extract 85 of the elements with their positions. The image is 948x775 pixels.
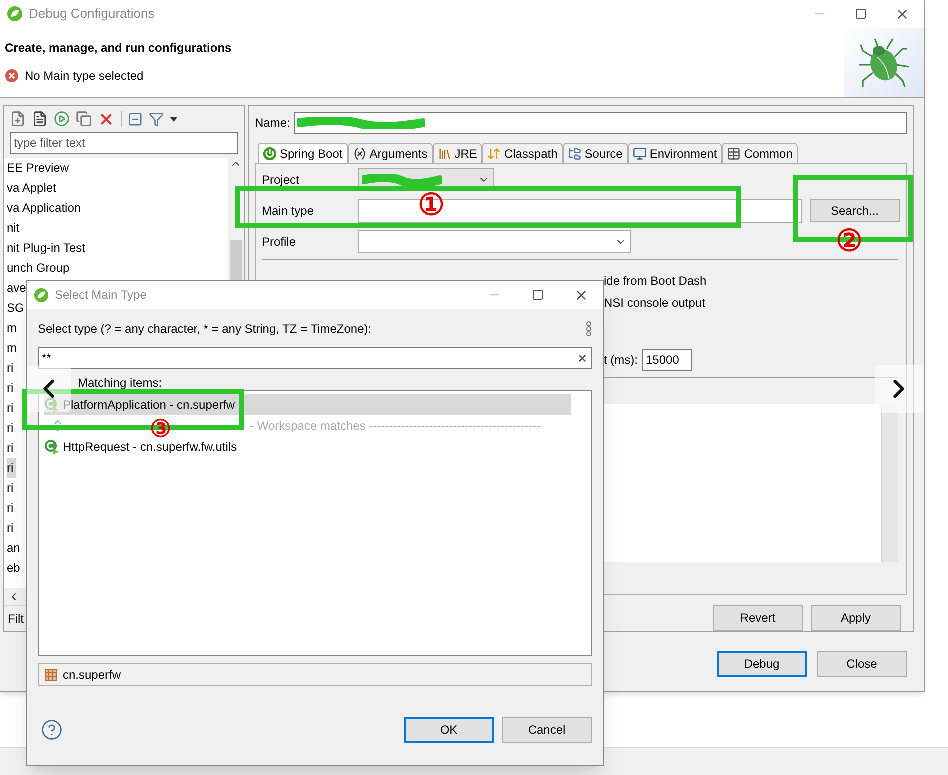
search-button[interactable]: Search... bbox=[810, 199, 900, 222]
play-icon[interactable] bbox=[54, 111, 70, 127]
type-item[interactable]: PlatformApplication - cn.superfw bbox=[44, 394, 571, 415]
name-label: Name: bbox=[255, 115, 290, 132]
app-logo-icon bbox=[7, 6, 23, 22]
vertical-scrollbar[interactable] bbox=[881, 404, 898, 562]
tab[interactable]: Source bbox=[562, 143, 628, 163]
next-button[interactable] bbox=[875, 365, 923, 413]
configuration-item[interactable]: ri bbox=[7, 418, 16, 438]
configuration-item[interactable]: m bbox=[7, 318, 19, 338]
option-label: ide from Boot Dash bbox=[604, 273, 708, 289]
cancel-button[interactable]: Cancel bbox=[502, 717, 592, 743]
configuration-item[interactable]: nit Plug-in Test bbox=[7, 238, 88, 258]
configuration-item[interactable]: ri bbox=[7, 358, 16, 378]
sort-icon bbox=[54, 418, 62, 434]
configuration-item[interactable]: nit bbox=[7, 218, 22, 238]
field-label: Project bbox=[262, 172, 300, 188]
monitor-icon bbox=[632, 146, 647, 160]
power-icon bbox=[263, 146, 277, 160]
table-icon bbox=[727, 146, 742, 160]
debug-button[interactable]: Debug bbox=[717, 651, 807, 677]
name-field[interactable] bbox=[294, 112, 907, 134]
ok-button[interactable]: OK bbox=[404, 717, 494, 743]
copy-icon[interactable] bbox=[76, 111, 92, 127]
configuration-item[interactable]: m bbox=[7, 338, 19, 358]
configuration-item[interactable]: ri bbox=[7, 438, 16, 458]
collapse-icon[interactable] bbox=[128, 112, 143, 126]
configuration-item[interactable]: eb bbox=[7, 558, 22, 578]
class-icon bbox=[44, 438, 60, 454]
configuration-item[interactable]: ri bbox=[7, 498, 16, 518]
separator-label: - Workspace matches ------------------------------------------- bbox=[250, 418, 541, 434]
apply-button[interactable]: Apply bbox=[811, 605, 901, 631]
tab[interactable]: Environment bbox=[628, 143, 722, 163]
error-message: No Main type selected bbox=[25, 68, 144, 85]
help-icon[interactable] bbox=[41, 719, 63, 741]
maximize-icon[interactable] bbox=[855, 8, 867, 20]
list-label: Matching items: bbox=[78, 375, 162, 390]
clear-icon[interactable] bbox=[577, 352, 588, 364]
option-label: NSI console output bbox=[604, 295, 706, 311]
filter-icon[interactable] bbox=[149, 112, 164, 126]
app-logo-icon bbox=[34, 288, 49, 302]
configuration-item[interactable]: ri bbox=[7, 398, 16, 418]
maximize-icon[interactable] bbox=[532, 289, 544, 301]
class-icon bbox=[44, 396, 60, 412]
field-label: Profile bbox=[262, 234, 298, 250]
revert-button[interactable]: Revert bbox=[713, 605, 803, 631]
tree-icon bbox=[568, 146, 582, 160]
configuration-item[interactable]: ri bbox=[7, 518, 16, 538]
package-icon bbox=[45, 668, 57, 680]
dropdown-caret-icon[interactable] bbox=[170, 116, 178, 122]
menu-icon[interactable] bbox=[586, 321, 592, 337]
new-file-icon[interactable] bbox=[10, 111, 26, 127]
prompt-label: Select type (? = any character, * = any String, TZ = TimeZone): bbox=[38, 321, 372, 338]
configuration-item[interactable]: unch Group bbox=[7, 258, 72, 278]
configuration-item[interactable]: ri bbox=[7, 458, 16, 478]
package-label: cn.superfw bbox=[63, 666, 122, 684]
error-icon bbox=[5, 69, 19, 83]
window-title: Debug Configurations bbox=[29, 5, 155, 24]
filter-status: Filt bbox=[8, 610, 24, 628]
dialog-title: Select Main Type bbox=[55, 287, 147, 304]
configuration-item[interactable]: va Application bbox=[7, 198, 84, 218]
header-title: Create, manage, and run configurations bbox=[5, 40, 232, 57]
filter-field[interactable]: type filter text bbox=[10, 132, 238, 154]
tab[interactable]: Spring Boot bbox=[258, 143, 348, 163]
field-label: Main type bbox=[262, 202, 316, 220]
variable-icon bbox=[352, 146, 367, 160]
annotation-number: ① bbox=[418, 188, 445, 224]
configuration-item[interactable]: EE Preview bbox=[7, 158, 72, 178]
configuration-item[interactable]: ri bbox=[7, 478, 16, 498]
books-icon bbox=[438, 146, 452, 160]
configuration-item[interactable]: SG bbox=[7, 298, 26, 318]
timeout-label: t (ms): bbox=[604, 352, 638, 369]
configuration-item[interactable]: an bbox=[7, 538, 22, 558]
configuration-item[interactable]: ri bbox=[7, 378, 16, 398]
tab[interactable]: Common bbox=[722, 143, 798, 163]
tab[interactable]: Arguments bbox=[348, 143, 433, 163]
timeout-field[interactable]: 15000 bbox=[642, 349, 692, 371]
tab[interactable]: Classpath bbox=[482, 143, 563, 163]
tab[interactable]: JRE bbox=[432, 143, 482, 163]
configuration-item[interactable]: ave bbox=[7, 278, 28, 298]
arrows-icon bbox=[487, 146, 502, 160]
document-icon[interactable] bbox=[32, 111, 48, 127]
type-filter-field[interactable]: ** bbox=[38, 347, 592, 369]
configuration-item[interactable]: va Applet bbox=[7, 178, 58, 198]
close-button[interactable]: Close bbox=[817, 651, 907, 677]
